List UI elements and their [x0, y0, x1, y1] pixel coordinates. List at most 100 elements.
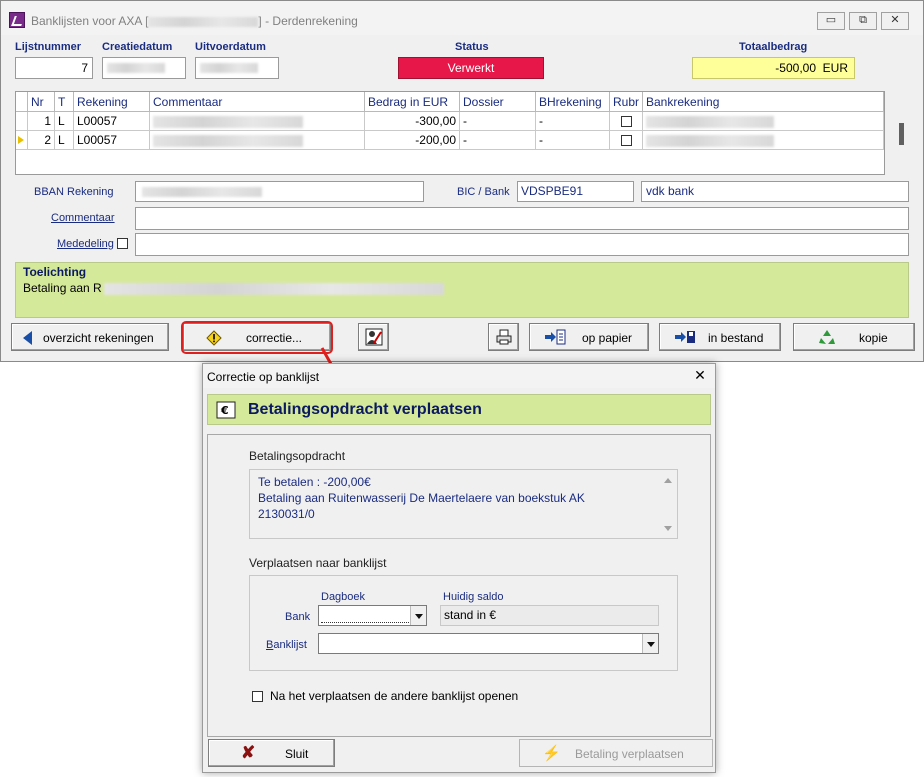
col-bankrekening[interactable]: Bankrekening: [643, 92, 884, 112]
cell-nr: 2: [28, 131, 55, 150]
back-arrow-icon: [23, 331, 32, 345]
sluit-button[interactable]: ✘ Sluit: [208, 739, 335, 767]
overzicht-label: overzicht rekeningen: [43, 331, 154, 345]
col-commentaar[interactable]: Commentaar: [150, 92, 365, 112]
window-title-prefix: Banklijsten voor AXA [: [31, 14, 149, 28]
close-button[interactable]: ✕: [881, 12, 909, 30]
betaling-verplaatsen-button[interactable]: ⚡ Betaling verplaatsen: [519, 739, 713, 767]
close-x-icon: ✘: [241, 743, 256, 762]
payments-grid[interactable]: Nr T Rekening Commentaar Bedrag in EUR D…: [15, 91, 885, 175]
lijstnummer-field[interactable]: 7: [15, 57, 93, 79]
bic-label: BIC / Bank: [457, 186, 510, 198]
cell-dossier: -: [460, 112, 536, 131]
app-icon: [9, 12, 25, 28]
op-papier-button[interactable]: op papier: [529, 323, 649, 351]
cell-t: L: [55, 112, 74, 131]
chevron-down-icon[interactable]: [410, 606, 426, 625]
chevron-down-icon[interactable]: [642, 634, 658, 653]
text-line-reference: 2130031/0: [258, 507, 315, 521]
dialog-close-icon[interactable]: ✕: [691, 367, 709, 384]
mededeling-label-text: Mededeling: [57, 238, 114, 250]
title-bar: Banklijsten voor AXA [] - Derdenrekening…: [1, 1, 923, 35]
overzicht-rekeningen-button[interactable]: overzicht rekeningen: [11, 323, 169, 351]
bic-field[interactable]: VDSPBE91: [517, 181, 634, 202]
kopie-button[interactable]: kopie: [793, 323, 915, 351]
minimize-button[interactable]: ▭: [817, 12, 845, 30]
redacted-text: [103, 282, 444, 295]
row-indicator: [16, 112, 28, 131]
person-action-button[interactable]: [358, 323, 389, 351]
main-window: Banklijsten voor AXA [] - Derdenrekening…: [0, 0, 924, 362]
dialog-heading-bar: € Betalingsopdracht verplaatsen: [207, 394, 711, 425]
status-badge: Verwerkt: [398, 57, 544, 79]
cell-commentaar: [150, 112, 365, 131]
focus-underline: [321, 622, 409, 623]
euro-payment-icon: €: [216, 401, 236, 419]
status-label: Status: [455, 41, 489, 53]
table-row[interactable]: 2 L L00057 -200,00 - -: [16, 131, 884, 150]
dialog-title: Correctie op banklijst: [207, 370, 320, 384]
row-indicator: [16, 131, 28, 150]
open-banklijst-checkbox[interactable]: [252, 691, 263, 702]
dagboek-select[interactable]: [318, 605, 427, 626]
huidig-saldo-label: Huidig saldo: [443, 591, 504, 603]
uitvoerdatum-field[interactable]: [195, 57, 279, 79]
cell-rekening: L00057: [74, 112, 150, 131]
redacted-text: [153, 115, 303, 128]
mededeling-field[interactable]: [135, 233, 909, 256]
scroll-down-icon[interactable]: [664, 526, 672, 531]
cell-rubr: [610, 131, 643, 150]
bban-field[interactable]: [135, 181, 424, 202]
redacted-company: [148, 16, 259, 27]
toelichting-title: Toelichting: [23, 265, 87, 279]
betalingsopdracht-textbox[interactable]: Te betalen : -200,00€ Betaling aan Ruite…: [249, 469, 678, 539]
op-papier-label: op papier: [582, 331, 633, 345]
table-row[interactable]: 1 L L00057 -300,00 - -: [16, 112, 884, 131]
rubr-checkbox[interactable]: [620, 116, 632, 128]
col-rekening[interactable]: Rekening: [74, 92, 150, 112]
export-paper-icon: [545, 329, 566, 345]
col-bedrag[interactable]: Bedrag in EUR: [365, 92, 460, 112]
col-bhrekening[interactable]: BHrekening: [536, 92, 610, 112]
col-t[interactable]: T: [55, 92, 74, 112]
mededeling-checkbox[interactable]: [117, 238, 128, 249]
print-button[interactable]: [488, 323, 519, 351]
betaling-verplaatsen-label: Betaling verplaatsen: [575, 747, 684, 761]
dagboek-label: Dagboek: [321, 591, 366, 603]
current-row-arrow-icon: [18, 136, 24, 144]
col-nr[interactable]: Nr: [28, 92, 55, 112]
commentaar-label-text: Commentaar: [51, 212, 115, 224]
restore-button[interactable]: ⧉: [849, 12, 877, 30]
commentaar-field[interactable]: [135, 207, 909, 230]
cell-bankrekening: [643, 131, 884, 150]
col-dossier[interactable]: Dossier: [460, 92, 536, 112]
cell-bedrag: -200,00: [365, 131, 460, 150]
scroll-up-icon[interactable]: [664, 478, 672, 483]
section-verplaatsen-title: Verplaatsen naar banklijst: [249, 556, 387, 570]
svg-text:€: €: [220, 404, 229, 417]
toelichting-text: Betaling aan R: [23, 281, 444, 295]
col-rubr[interactable]: Rubr: [610, 92, 643, 112]
creatiedatum-field[interactable]: [102, 57, 186, 79]
correctie-dialog: Correctie op banklijst ✕ € Betalingsopdr…: [202, 363, 716, 773]
section-betalingsopdracht-title: Betalingsopdracht: [249, 449, 346, 463]
verplaatsen-group: Dagboek Huidig saldo Bank stand in € Ban…: [249, 575, 678, 671]
dialog-titlebar: Correctie op banklijst ✕: [203, 364, 715, 388]
grid-scrollbar-thumb[interactable]: [899, 123, 904, 145]
bank-name-field[interactable]: vdk bank: [641, 181, 909, 202]
huidig-saldo-field: stand in €: [440, 605, 659, 626]
open-banklijst-label: Na het verplaatsen de andere banklijst o…: [270, 689, 519, 703]
cell-bhrekening: -: [536, 131, 610, 150]
banklijst-select[interactable]: [318, 633, 659, 654]
in-bestand-label: in bestand: [708, 331, 764, 345]
dialog-heading: Betalingsopdracht verplaatsen: [248, 401, 482, 418]
rubr-checkbox[interactable]: [620, 135, 632, 147]
redacted-date: [200, 63, 258, 73]
redacted-date: [107, 63, 165, 73]
dialog-content-panel: Betalingsopdracht Te betalen : -200,00€ …: [207, 434, 711, 737]
toelichting-panel: Toelichting Betaling aan R: [15, 262, 909, 318]
in-bestand-button[interactable]: in bestand: [659, 323, 781, 351]
person-edit-icon: [365, 328, 383, 346]
bban-label: BBAN Rekening: [34, 186, 114, 198]
creatiedatum-label: Creatiedatum: [102, 41, 173, 53]
